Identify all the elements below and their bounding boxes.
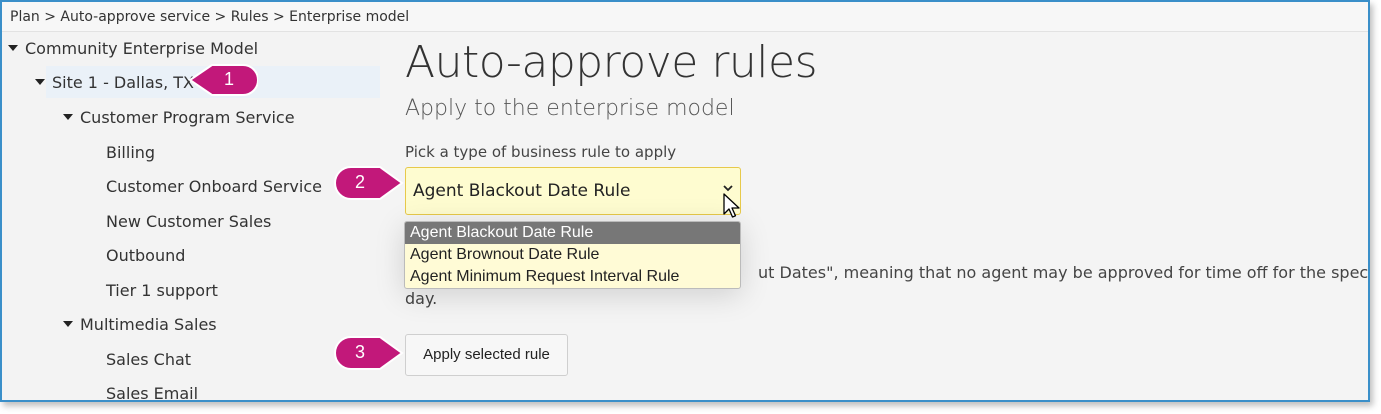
tree-node-label: Customer Program Service xyxy=(80,108,295,127)
callout-number: 2 xyxy=(355,172,365,208)
caret-down-icon[interactable] xyxy=(63,113,73,120)
tree-node-customer-onboard[interactable]: Customer Onboard Service xyxy=(106,172,322,202)
option-blackout[interactable]: Agent Blackout Date Rule xyxy=(405,222,740,244)
tree-node-outbound[interactable]: Outbound xyxy=(106,241,185,271)
caret-down-icon[interactable] xyxy=(63,320,73,327)
tree-node-sales-chat[interactable]: Sales Chat xyxy=(106,345,191,375)
callout-badge-2 xyxy=(334,166,404,200)
tree-node-new-customer-sales[interactable]: New Customer Sales xyxy=(106,207,271,237)
callout-number-text: 3 xyxy=(355,342,366,362)
option-minimum-interval[interactable]: Agent Minimum Request Interval Rule xyxy=(405,266,740,288)
tree-node-customer-program[interactable]: Customer Program Service xyxy=(63,103,295,133)
page-subtitle: Apply to the enterprise model xyxy=(405,96,735,121)
breadcrumb[interactable]: Plan > Auto-approve service > Rules > En… xyxy=(2,2,1368,32)
rule-type-select[interactable]: Agent Blackout Date Rule xyxy=(405,167,741,215)
callout-number: 1 xyxy=(224,69,234,105)
main-panel: Auto-approve rules Apply to the enterpri… xyxy=(380,32,1370,400)
tree-node-billing[interactable]: Billing xyxy=(106,138,155,168)
apply-selected-rule-button[interactable]: Apply selected rule xyxy=(405,334,568,376)
rule-description-line: ut Dates", meaning that no agent may be … xyxy=(758,263,1370,282)
callout-number-text: 2 xyxy=(355,172,366,192)
rule-type-select-value: Agent Blackout Date Rule xyxy=(413,181,631,201)
callout-badge-1 xyxy=(188,64,258,96)
tree-node-site[interactable]: Site 1 - Dallas, TX xyxy=(35,68,194,98)
caret-down-icon[interactable] xyxy=(8,44,18,51)
mouse-cursor-icon xyxy=(723,193,740,218)
callout-number-text: 1 xyxy=(224,69,235,89)
tree-node-multimedia-sales[interactable]: Multimedia Sales xyxy=(63,310,217,340)
tree-node-tier1[interactable]: Tier 1 support xyxy=(106,276,218,306)
rule-type-options: Agent Blackout Date Rule Agent Brownout … xyxy=(404,221,741,289)
tree-node-label: Site 1 - Dallas, TX xyxy=(52,73,194,92)
callout-number: 3 xyxy=(355,342,365,378)
tree-node-label: Multimedia Sales xyxy=(80,315,217,334)
callout-badge-3 xyxy=(334,336,404,370)
caret-down-icon[interactable] xyxy=(35,78,45,85)
page-title: Auto-approve rules xyxy=(405,37,818,88)
tree-node-sales-email[interactable]: Sales Email xyxy=(106,379,198,400)
option-brownout[interactable]: Agent Brownout Date Rule xyxy=(405,244,740,266)
rule-type-label: Pick a type of business rule to apply xyxy=(405,143,677,161)
app-window: Plan > Auto-approve service > Rules > En… xyxy=(0,0,1370,402)
tree-node-label: Community Enterprise Model xyxy=(25,39,259,58)
tree-node-root[interactable]: Community Enterprise Model xyxy=(8,34,258,64)
rule-description-line: day. xyxy=(405,289,438,308)
